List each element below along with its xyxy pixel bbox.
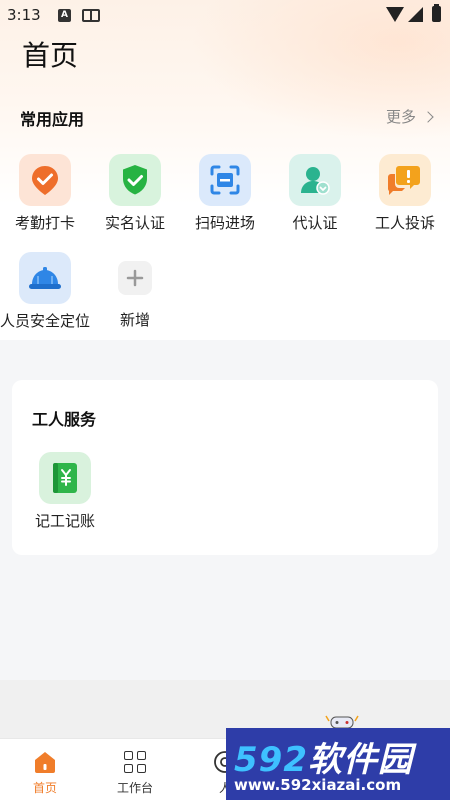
scan-icon (199, 154, 251, 206)
watermark-url: www.592xiazai.com (234, 776, 402, 794)
app-label: 扫码进场 (194, 214, 255, 232)
app-add-new[interactable]: 新增 (90, 252, 180, 330)
complaint-icon (379, 154, 431, 206)
watermark-brand-num: 592 (234, 740, 308, 780)
watermark-brand-text: 软件园 (307, 740, 413, 780)
grid-icon (124, 751, 146, 773)
status-time: 3:13 (7, 6, 41, 24)
app-worker-complaint[interactable]: 工人投诉 (360, 154, 450, 233)
helmet-icon (19, 252, 71, 304)
app-label: 代认证 (292, 214, 338, 232)
plus-icon (118, 261, 152, 295)
more-link[interactable]: 更多 (385, 106, 434, 127)
notification-a-icon: A (58, 9, 71, 22)
status-bar: 3:13 A (0, 0, 450, 30)
tab-label: 首页 (32, 781, 57, 795)
app-label: 新增 (119, 311, 150, 329)
home-icon (32, 749, 58, 775)
watermark-brand: 592软件园 (234, 732, 413, 781)
app-proxy-verify[interactable]: 代认证 (270, 154, 360, 233)
app-safety-location[interactable]: 人员安全定位 (0, 252, 90, 331)
app-attendance[interactable]: 考勤打卡 (0, 154, 90, 233)
app-scan-entry[interactable]: 扫码进场 (180, 154, 270, 233)
app-label: 考勤打卡 (14, 214, 75, 232)
page-title: 首页 (22, 39, 79, 72)
app-label: 人员安全定位 (0, 312, 91, 330)
battery-icon (432, 4, 441, 22)
chevron-right-icon (422, 110, 434, 123)
service-label: 记工记账 (34, 512, 95, 530)
ledger-yen-icon (39, 452, 91, 504)
watermark-banner: 592软件园 www.592xiazai.com (226, 728, 450, 800)
worker-service-title: 工人服务 (32, 410, 97, 429)
app-label: 实名认证 (104, 214, 165, 232)
wifi-icon (386, 7, 404, 22)
attendance-check-icon (19, 154, 71, 206)
tab-home[interactable]: 首页 (5, 739, 85, 800)
signal-icon (408, 7, 423, 22)
app-real-name[interactable]: 实名认证 (90, 154, 180, 233)
worker-service-card: 工人服务 记工记账 (12, 380, 438, 555)
shield-check-icon (109, 154, 161, 206)
tab-label: 工作台 (116, 781, 153, 795)
more-label: 更多 (385, 108, 416, 126)
user-verify-icon (289, 154, 341, 206)
tab-workbench[interactable]: 工作台 (95, 739, 175, 800)
reader-icon (82, 9, 100, 22)
app-label: 工人投诉 (374, 214, 435, 232)
service-ledger[interactable]: 记工记账 (30, 452, 100, 531)
common-apps-title: 常用应用 (20, 110, 85, 129)
